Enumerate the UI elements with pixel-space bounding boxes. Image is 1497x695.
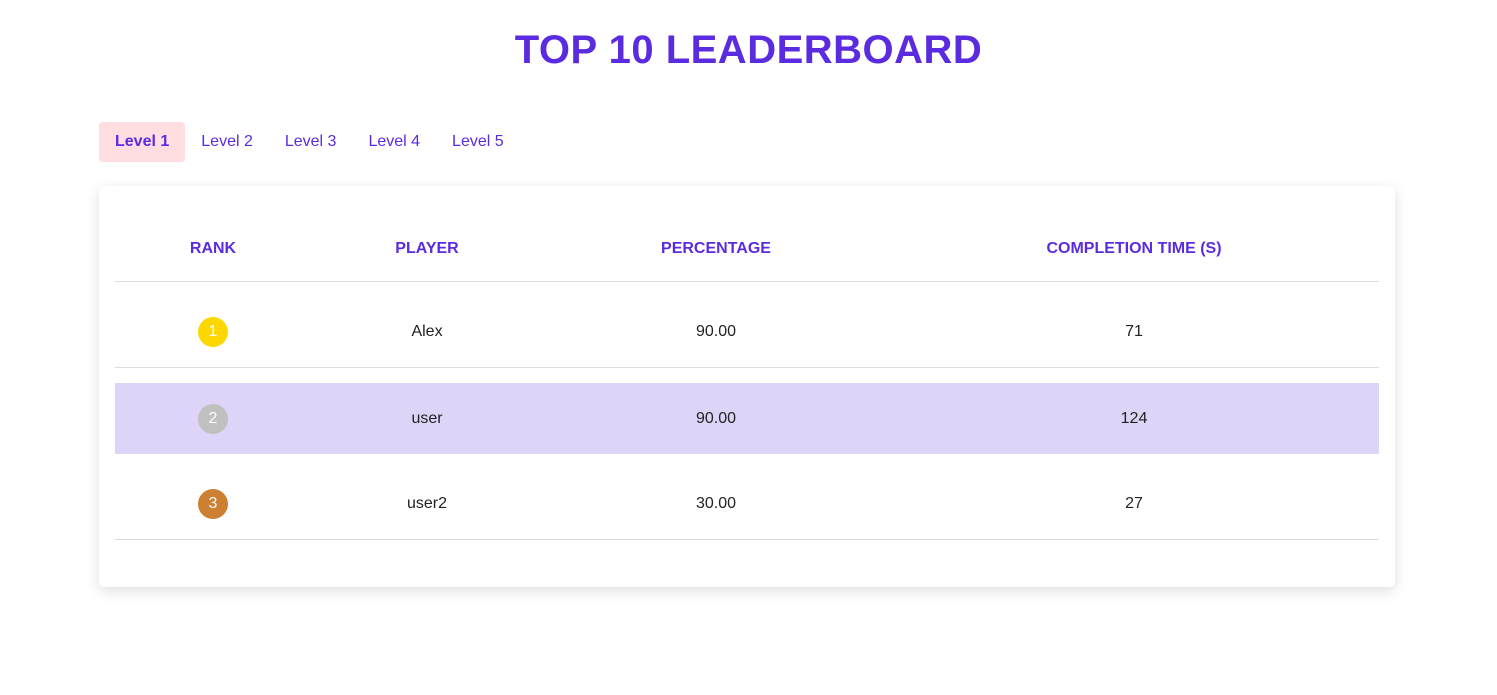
- column-header-rank: RANK: [189, 239, 237, 257]
- rank-cell: 3: [115, 489, 311, 519]
- completion-time-cell: 124: [1120, 409, 1148, 427]
- percentage-cell: 30.00: [695, 495, 737, 512]
- column-header-percentage: PERCENTAGE: [661, 239, 771, 257]
- rank-badge-silver: 2: [198, 403, 228, 434]
- table-row: 3 user2 30.00 27: [115, 469, 1379, 540]
- column-header-player: PLAYER: [395, 239, 459, 257]
- leaderboard-table: RANK PLAYER PERCENTAGE COMPLETION TIME (…: [115, 216, 1379, 540]
- rank-badge-bronze: 3: [198, 489, 228, 519]
- rank-cell: 2: [115, 403, 311, 434]
- tab-level-1[interactable]: Level 1: [99, 122, 186, 162]
- tab-level-2[interactable]: Level 2: [185, 122, 269, 162]
- player-cell: user: [411, 409, 443, 427]
- column-header-completion-time: COMPLETION TIME (S): [1046, 239, 1222, 257]
- level-tabs: Level 1 Level 2 Level 3 Level 4 Level 5: [99, 122, 520, 162]
- tab-level-3[interactable]: Level 3: [269, 122, 353, 162]
- table-row: 2 user 90.00 124: [115, 383, 1379, 454]
- leaderboard-card: RANK PLAYER PERCENTAGE COMPLETION TIME (…: [99, 186, 1395, 587]
- completion-time-cell: 71: [1125, 323, 1143, 340]
- page-title: TOP 10 LEADERBOARD: [514, 28, 983, 72]
- table-header-row: RANK PLAYER PERCENTAGE COMPLETION TIME (…: [115, 216, 1379, 282]
- completion-time-cell: 27: [1125, 495, 1143, 512]
- tab-level-5[interactable]: Level 5: [436, 122, 520, 162]
- player-cell: Alex: [411, 323, 443, 340]
- table-row: 1 Alex 90.00 71: [115, 297, 1379, 368]
- tab-level-4[interactable]: Level 4: [352, 122, 436, 162]
- player-cell: user2: [406, 495, 448, 512]
- percentage-cell: 90.00: [695, 323, 737, 340]
- percentage-cell: 90.00: [695, 409, 737, 427]
- rank-cell: 1: [115, 317, 311, 347]
- rank-badge-gold: 1: [198, 317, 228, 347]
